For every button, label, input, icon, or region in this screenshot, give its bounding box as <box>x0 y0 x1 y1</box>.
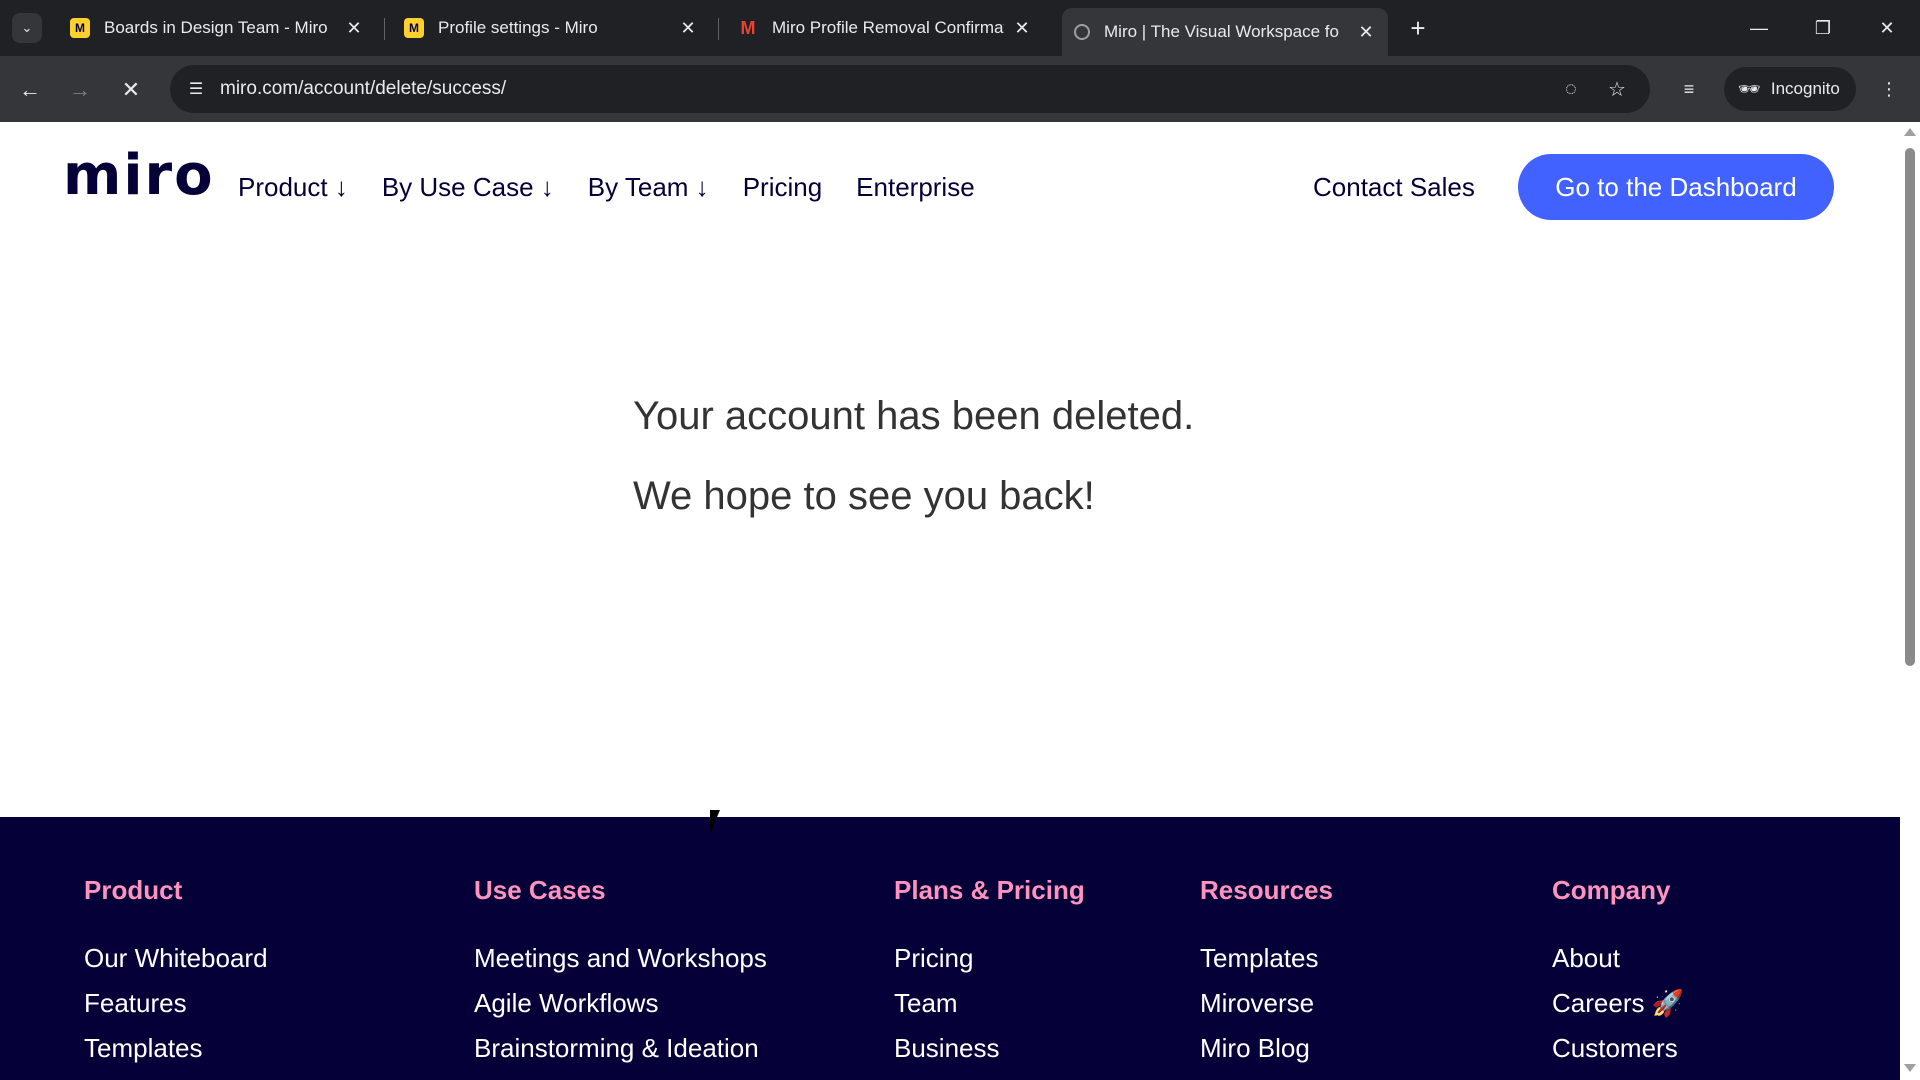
footer-heading: Use Cases <box>474 875 606 905</box>
eye-slash-icon[interactable]: ◌ <box>1558 76 1584 102</box>
bookmark-star-icon[interactable]: ☆ <box>1604 76 1630 102</box>
tab-profile-settings[interactable]: M Profile settings - Miro ✕ <box>392 8 710 48</box>
incognito-label: Incognito <box>1770 79 1840 98</box>
new-tab-plus-icon[interactable]: + <box>1402 12 1434 44</box>
footer-link[interactable]: Templates <box>1200 943 1319 974</box>
scroll-down-arrow-icon[interactable] <box>1904 1064 1916 1072</box>
scroll-up-arrow-icon[interactable] <box>1904 128 1916 136</box>
address-bar[interactable]: ☰ miro.com/account/delete/success/ ◌ ☆ <box>170 65 1650 113</box>
nav-product[interactable]: Product ↓ <box>238 172 348 203</box>
tab-miro-active[interactable]: Miro | The Visual Workspace fo ✕ <box>1062 8 1388 56</box>
tab-title: Boards in Design Team - Miro <box>104 18 328 37</box>
incognito-icon: 🕶 <box>1738 78 1761 99</box>
browser-tab-bar: ⌄ M Boards in Design Team - Miro ✕ M Pro… <box>0 0 1920 56</box>
footer-link[interactable]: Brainstorming & Ideation <box>474 1033 759 1064</box>
stop-loading-icon[interactable]: ✕ <box>113 72 149 108</box>
tab-title: Miro Profile Removal Confirmat <box>772 18 1004 37</box>
footer-link[interactable]: Customers <box>1552 1033 1678 1064</box>
page-scrollbar[interactable] <box>1900 122 1920 1080</box>
nav-pricing[interactable]: Pricing <box>743 172 822 203</box>
page-viewport: miro Product ↓ By Use Case ↓ By Team ↓ P… <box>0 122 1900 1080</box>
miro-icon: M <box>404 18 424 38</box>
footer-link[interactable]: Our Whiteboard <box>84 943 268 974</box>
footer-link[interactable]: Miroverse <box>1200 988 1314 1019</box>
footer-link[interactable]: Templates <box>84 1033 203 1064</box>
back-arrow-icon[interactable]: ← <box>12 72 48 108</box>
nav-by-team[interactable]: By Team ↓ <box>588 172 709 203</box>
footer-link[interactable]: Careers 🚀 <box>1552 988 1684 1019</box>
tab-search-chevron-icon[interactable]: ⌄ <box>12 13 42 43</box>
window-close-icon[interactable]: ✕ <box>1864 10 1910 46</box>
scroll-thumb[interactable] <box>1905 148 1915 666</box>
mouse-cursor-icon <box>710 810 730 834</box>
footer-link[interactable]: Business <box>894 1033 1000 1064</box>
close-icon[interactable]: ✕ <box>1012 18 1032 39</box>
main-nav: Product ↓ By Use Case ↓ By Team ↓ Pricin… <box>238 172 975 203</box>
tab-boards[interactable]: M Boards in Design Team - Miro ✕ <box>58 8 376 48</box>
hope-message: We hope to see you back! <box>633 474 1095 518</box>
forward-arrow-icon[interactable]: → <box>62 72 98 108</box>
footer-link[interactable]: Pricing <box>894 943 973 974</box>
media-control-icon[interactable]: ≡ <box>1672 72 1706 106</box>
loading-icon <box>1074 24 1090 40</box>
kebab-menu-icon[interactable]: ⋮ <box>1872 72 1906 106</box>
close-icon[interactable]: ✕ <box>1356 22 1376 43</box>
minimize-icon[interactable]: — <box>1736 10 1782 46</box>
restore-icon[interactable]: ❐ <box>1800 10 1846 46</box>
footer-link[interactable]: Features <box>84 988 187 1019</box>
miro-icon: M <box>70 18 90 38</box>
footer-link[interactable]: Team <box>894 988 958 1019</box>
footer-link[interactable]: About <box>1552 943 1620 974</box>
gmail-icon: M <box>740 17 756 38</box>
nav-enterprise[interactable]: Enterprise <box>856 172 975 203</box>
url-text[interactable]: miro.com/account/delete/success/ <box>220 78 506 100</box>
nav-by-use-case[interactable]: By Use Case ↓ <box>382 172 554 203</box>
site-info-tune-icon[interactable]: ☰ <box>184 77 208 101</box>
deleted-message: Your account has been deleted. <box>633 394 1195 438</box>
close-icon[interactable]: ✕ <box>678 18 698 39</box>
footer-link[interactable]: Meetings and Workshops <box>474 943 767 974</box>
browser-toolbar: ← → ✕ ☰ miro.com/account/delete/success/… <box>0 56 1920 122</box>
tab-title: Profile settings - Miro <box>438 18 598 37</box>
footer: Product Our Whiteboard Features Template… <box>0 817 1900 1080</box>
footer-heading: Product <box>84 875 183 905</box>
footer-heading: Company <box>1552 875 1671 905</box>
footer-link[interactable]: Agile Workflows <box>474 988 658 1019</box>
tab-separator <box>718 18 719 40</box>
tab-gmail[interactable]: M Miro Profile Removal Confirmat ✕ <box>726 8 1044 48</box>
footer-heading: Resources <box>1200 875 1333 905</box>
go-to-dashboard-button[interactable]: Go to the Dashboard <box>1518 154 1834 220</box>
footer-heading: Plans & Pricing <box>894 875 1085 905</box>
footer-link[interactable]: Miro Blog <box>1200 1033 1310 1064</box>
close-icon[interactable]: ✕ <box>344 18 364 39</box>
contact-sales-link[interactable]: Contact Sales <box>1313 172 1475 203</box>
tab-separator <box>384 18 385 40</box>
miro-logo[interactable]: miro <box>63 148 215 204</box>
incognito-badge[interactable]: 🕶 Incognito <box>1724 67 1856 111</box>
tab-title: Miro | The Visual Workspace fo <box>1104 22 1339 41</box>
